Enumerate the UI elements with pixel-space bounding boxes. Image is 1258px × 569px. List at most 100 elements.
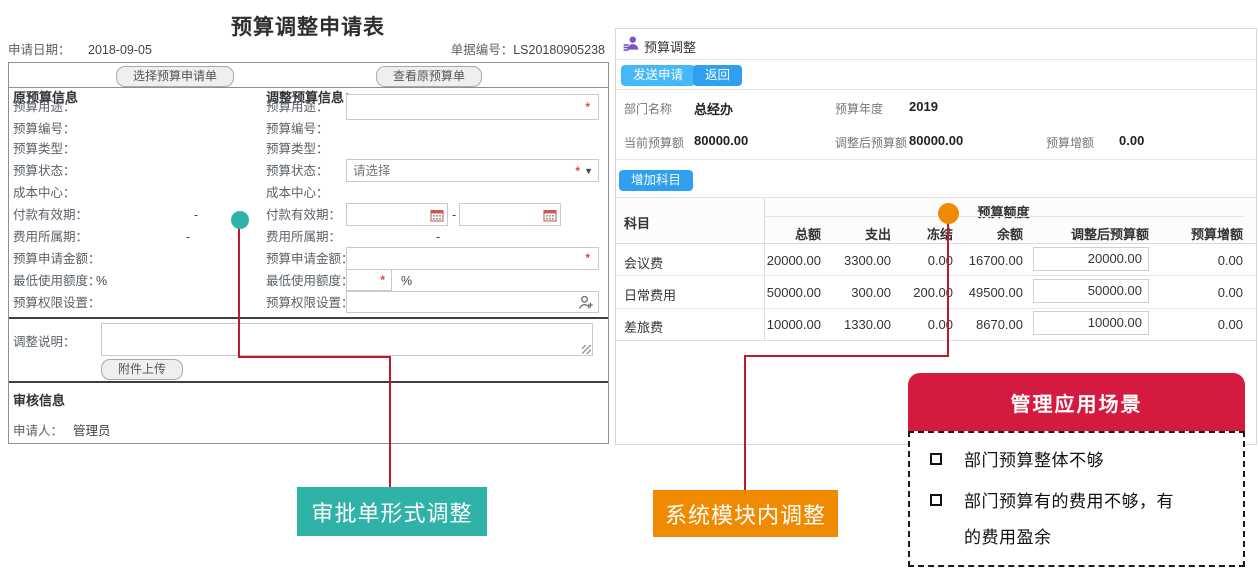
calendar-icon[interactable]	[543, 208, 557, 227]
callout-line-left-drop	[389, 356, 391, 487]
callout-line-right-vertical	[947, 222, 949, 356]
col-header-balance: 余额	[956, 224, 1023, 243]
audit-info-title: 审核信息	[13, 390, 65, 412]
amount-input[interactable]: *	[346, 247, 599, 270]
min-usage-input[interactable]: *	[346, 269, 392, 291]
total-cell: 20000.00	[766, 253, 821, 268]
subject-column-header: 科目	[624, 213, 650, 232]
balance-cell: 8670.00	[956, 317, 1023, 332]
increase-cell: 0.00	[1156, 285, 1243, 300]
subject-cell: 差旅费	[624, 317, 663, 336]
adj-code-label: 预算编号：	[266, 118, 329, 140]
frozen-cell: 0.00	[896, 317, 953, 332]
adj-expense-period-label: 费用所属期：	[266, 226, 341, 248]
apply-date-row: 申请日期： 2018-09-05	[8, 39, 152, 58]
table-header-border	[616, 243, 1256, 244]
orig-permission-label: 预算权限设置：	[13, 292, 101, 314]
send-request-button[interactable]: 发送申请	[621, 65, 695, 86]
square-bullet-icon	[930, 494, 942, 506]
orig-code-label: 预算编号：	[13, 118, 76, 140]
callout-line-left-horizontal	[238, 356, 391, 358]
orig-min-usage-label: 最低使用额度：	[13, 270, 101, 292]
adj-status-label: 预算状态：	[266, 160, 329, 182]
back-button[interactable]: 返回	[693, 65, 742, 86]
pay-period-end-input[interactable]	[459, 203, 561, 226]
user-icon	[623, 35, 640, 57]
orig-type-label: 预算类型：	[13, 138, 76, 160]
view-original-budget-button[interactable]: 查看原预算单	[376, 66, 482, 87]
divider	[616, 159, 1256, 160]
add-subject-button[interactable]: 增加科目	[619, 170, 693, 191]
adj-amount-label: 预算申请金额：	[266, 248, 354, 270]
pay-period-separator: -	[452, 204, 456, 226]
section-divider	[9, 317, 608, 319]
dept-value: 总经办	[694, 99, 733, 118]
current-budget-label: 当前预算额	[624, 134, 684, 151]
callout-line-right-drop	[744, 355, 746, 490]
status-select[interactable]: 请选择 * ▼	[346, 159, 599, 182]
group-header-divider	[764, 216, 1243, 217]
orig-purpose-label: 预算用途：	[13, 96, 76, 118]
subject-cell: 日常费用	[624, 285, 676, 304]
calendar-icon[interactable]	[430, 208, 444, 227]
applicant-value: 管理员	[73, 420, 111, 442]
amount-required-mark: *	[585, 251, 590, 265]
apply-date-label: 申请日期：	[8, 43, 71, 57]
divider	[616, 89, 1256, 90]
remark-textarea[interactable]	[101, 323, 593, 356]
form-title: 预算调整申请表	[8, 11, 608, 41]
divider	[616, 59, 1256, 60]
orig-cost-center-label: 成本中心：	[13, 182, 76, 204]
scenario-header: 管理应用场景	[908, 373, 1245, 431]
col-header-adjusted: 调整后预算额	[1033, 224, 1149, 243]
frozen-cell: 0.00	[896, 253, 953, 268]
callout-line-left-vertical	[238, 224, 240, 357]
attachment-upload-button[interactable]: 附件上传	[101, 359, 183, 380]
adjusted-budget-input[interactable]: 10000.00	[1033, 311, 1149, 335]
callout-label-system-module: 系统模块内调整	[653, 490, 838, 537]
callout-label-approval-form: 审批单形式调整	[297, 487, 487, 536]
adj-cost-center-label: 成本中心：	[266, 182, 329, 204]
adjusted-budget-input[interactable]: 50000.00	[1033, 279, 1149, 303]
budget-quota-group-header: 预算额度	[764, 202, 1243, 221]
orig-pay-period-label: 付款有效期：	[13, 204, 88, 226]
permission-input[interactable]	[346, 291, 599, 313]
adj-permission-label: 预算权限设置：	[266, 292, 354, 314]
budget-increase-label: 预算增额	[1046, 134, 1094, 151]
balance-cell: 49500.00	[956, 285, 1023, 300]
orig-min-usage-suffix: %	[96, 270, 107, 292]
select-budget-request-button[interactable]: 选择预算申请单	[116, 66, 234, 87]
col-header-frozen: 冻结	[896, 224, 953, 243]
spent-cell: 3300.00	[826, 253, 891, 268]
form-button-row: 选择预算申请单 查看原预算单	[9, 63, 608, 88]
col-header-total: 总额	[766, 224, 821, 243]
scenario-item-text: 部门预算有的费用不够，有的费用盈余	[964, 484, 1180, 556]
section-divider	[9, 381, 608, 383]
square-bullet-icon	[930, 453, 942, 465]
purpose-input[interactable]: *	[346, 94, 599, 120]
pay-period-start-input[interactable]	[346, 203, 448, 226]
budget-increase-value: 0.00	[1119, 133, 1144, 148]
year-label: 预算年度	[835, 100, 883, 117]
apply-date-value: 2018-09-05	[88, 43, 152, 57]
adjusted-budget-value: 80000.00	[909, 133, 963, 148]
resize-handle-icon[interactable]	[582, 345, 591, 354]
callout-dot-orange	[938, 203, 959, 224]
current-budget-value: 80000.00	[694, 133, 748, 148]
applicant-label: 申请人：	[13, 420, 63, 442]
remark-label: 调整说明：	[13, 331, 76, 353]
adj-min-usage-label: 最低使用额度：	[266, 270, 354, 292]
row-border	[616, 275, 1256, 276]
scenario-item: 部门预算整体不够	[930, 443, 1229, 479]
add-user-icon[interactable]	[577, 294, 594, 316]
doc-no-value: LS20180905238	[513, 43, 605, 57]
adj-type-label: 预算类型：	[266, 138, 329, 160]
adj-purpose-label: 预算用途：	[266, 96, 329, 118]
adj-min-usage-suffix: %	[401, 270, 412, 292]
table-bottom-border	[616, 340, 1256, 341]
scenario-item: 部门预算有的费用不够，有的费用盈余	[930, 484, 1229, 556]
spent-cell: 1330.00	[826, 317, 891, 332]
scenario-body: 部门预算整体不够 部门预算有的费用不够，有的费用盈余	[908, 431, 1245, 567]
adj-expense-period-value: -	[436, 226, 440, 248]
adjusted-budget-input[interactable]: 20000.00	[1033, 247, 1149, 271]
